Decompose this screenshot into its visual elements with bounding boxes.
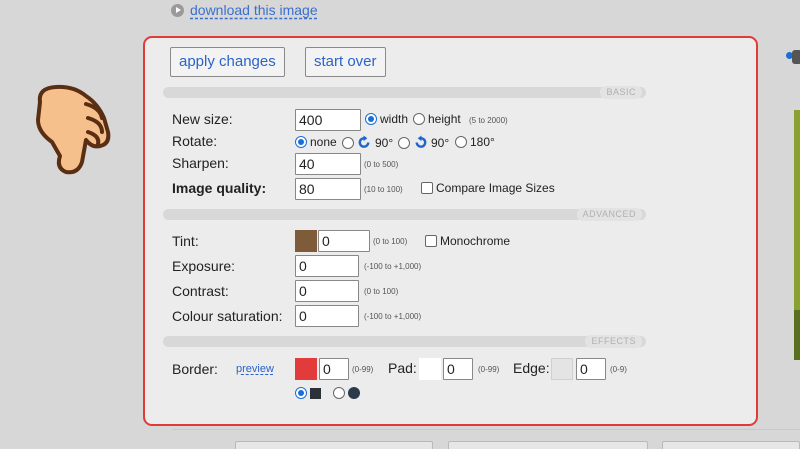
rotate-180-label: 180° — [470, 135, 495, 149]
monochrome-label: Monochrome — [440, 234, 511, 248]
height-label: height — [428, 112, 461, 126]
sharpen-label: Sharpen: — [172, 155, 229, 171]
exposure-hint: (-100 to +1,000) — [364, 262, 422, 271]
image-quality-hint: (10 to 100) — [364, 185, 403, 194]
border-label: Border: — [172, 361, 218, 377]
edge-input[interactable]: 0 — [576, 358, 606, 380]
new-size-label: New size: — [172, 111, 233, 127]
rotate-180-radio[interactable] — [455, 136, 467, 148]
rotate-counterclockwise-icon — [415, 135, 427, 148]
rotate-none-radio[interactable] — [295, 136, 307, 148]
tint-label: Tint: — [172, 233, 199, 249]
rotate-none-option[interactable]: none — [295, 135, 337, 149]
apply-changes-button[interactable]: apply changes — [170, 47, 285, 77]
edge-label: Edge: — [513, 360, 550, 376]
square-shape-icon — [310, 387, 321, 399]
sharpen-hint: (0 to 500) — [364, 160, 399, 169]
colour-saturation-input[interactable]: 0 — [295, 305, 359, 327]
border-color-swatch[interactable] — [295, 358, 317, 380]
border-shape-square-option[interactable] — [295, 387, 321, 399]
edge-hint: (0-9) — [610, 365, 627, 374]
height-radio[interactable] — [413, 113, 425, 125]
rotate-clockwise-icon — [358, 135, 370, 148]
square-radio[interactable] — [295, 387, 307, 399]
section-basic-label: BASIC — [600, 86, 642, 99]
border-shape-round-option[interactable] — [333, 387, 360, 399]
rotate-90cw-radio[interactable] — [342, 136, 354, 149]
rotate-none-label: none — [310, 135, 337, 149]
close-icon[interactable] — [792, 50, 800, 64]
colour-saturation-hint: (-100 to +1,000) — [364, 312, 422, 321]
rotate-90cw-label: 90° — [375, 135, 394, 150]
contrast-input[interactable]: 0 — [295, 280, 359, 302]
compare-sizes-option[interactable]: Compare Image Sizes — [421, 181, 555, 195]
contrast-hint: (0 to 100) — [364, 287, 399, 296]
section-advanced: ADVANCED — [163, 208, 646, 221]
size-width-option[interactable]: width — [365, 112, 408, 126]
image-quality-label: Image quality: — [172, 180, 267, 196]
rotate-90ccw-label: 90° — [431, 135, 450, 150]
rotate-90cw-option[interactable]: 90° — [342, 135, 393, 150]
sharpen-input[interactable]: 40 — [295, 153, 361, 175]
border-hint: (0-99) — [352, 365, 374, 374]
new-size-input[interactable]: 400 — [295, 109, 361, 131]
section-effects-label: EFFECTS — [585, 335, 642, 348]
start-over-button[interactable]: start over — [305, 47, 386, 77]
size-height-option[interactable]: height — [413, 112, 461, 126]
section-basic: BASIC — [163, 86, 646, 99]
bottom-tab-3[interactable] — [662, 441, 800, 449]
contrast-label: Contrast: — [172, 283, 229, 299]
exposure-label: Exposure: — [172, 258, 236, 274]
border-input[interactable]: 0 — [319, 358, 349, 380]
tint-input[interactable]: 0 — [318, 230, 370, 252]
round-shape-icon — [348, 387, 360, 399]
bottom-tab-1[interactable] — [235, 441, 433, 449]
width-radio[interactable] — [365, 113, 377, 125]
rotate-90ccw-radio[interactable] — [398, 136, 410, 149]
pad-label: Pad: — [388, 360, 417, 376]
monochrome-option[interactable]: Monochrome — [425, 234, 510, 248]
edge-color-swatch[interactable] — [551, 358, 573, 380]
download-row: download this image — [171, 2, 318, 18]
pad-color-swatch[interactable] — [419, 358, 441, 380]
width-label: width — [380, 112, 409, 126]
rotate-90ccw-option[interactable]: 90° — [398, 135, 449, 150]
pointing-hand-icon — [36, 84, 111, 175]
compare-sizes-label: Compare Image Sizes — [436, 181, 555, 195]
pad-input[interactable]: 0 — [443, 358, 473, 380]
exposure-input[interactable]: 0 — [295, 255, 359, 277]
round-radio[interactable] — [333, 387, 345, 399]
tint-hint: (0 to 100) — [373, 237, 408, 246]
play-circle-icon — [171, 3, 184, 17]
pad-hint: (0-99) — [478, 365, 500, 374]
section-advanced-label: ADVANCED — [576, 208, 642, 221]
download-link[interactable]: download this image — [190, 2, 318, 18]
rotate-180-option[interactable]: 180° — [455, 135, 495, 149]
image-preview-strip-dark — [794, 310, 800, 360]
colour-saturation-label: Colour saturation: — [172, 308, 283, 324]
image-quality-input[interactable]: 80 — [295, 178, 361, 200]
bottom-tab-2[interactable] — [448, 441, 648, 449]
compare-sizes-checkbox[interactable] — [421, 182, 433, 194]
size-hint: (5 to 2000) — [469, 116, 508, 125]
tint-color-swatch[interactable] — [295, 230, 317, 252]
section-effects: EFFECTS — [163, 335, 646, 348]
image-editor-panel: apply changes start over BASIC New size:… — [143, 36, 758, 426]
rotate-label: Rotate: — [172, 133, 218, 149]
monochrome-checkbox[interactable] — [425, 235, 437, 247]
border-preview-link[interactable]: preview — [236, 363, 274, 375]
